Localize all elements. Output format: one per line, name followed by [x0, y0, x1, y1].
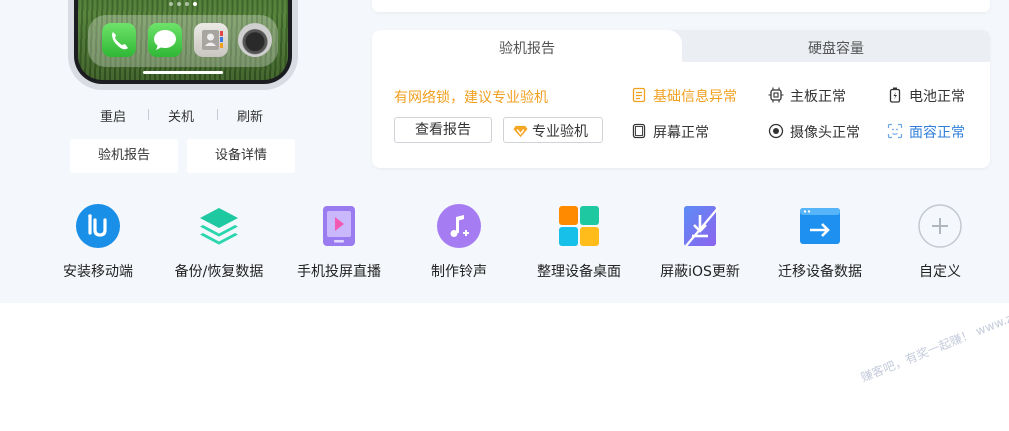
messages-app-icon: [148, 23, 182, 57]
contacts-app-icon: [194, 23, 228, 57]
tool-organize-desktop[interactable]: 整理设备桌面: [519, 200, 639, 285]
phone-preview: [68, 0, 298, 90]
tool-label: 备份/恢复数据: [174, 264, 264, 280]
screen-icon: [632, 123, 646, 139]
status-label: 基础信息异常: [653, 89, 737, 105]
status-label: 电池正常: [909, 89, 965, 105]
status-face-id[interactable]: 面容正常: [887, 122, 987, 141]
tool-block-ios-update[interactable]: 屏蔽iOS更新: [640, 200, 760, 285]
refresh-button[interactable]: 刷新: [237, 106, 263, 125]
music-note-icon: [437, 204, 481, 248]
grid-apps-icon: [559, 206, 599, 246]
view-report-button[interactable]: 查看报告: [394, 117, 492, 143]
chip-icon: [768, 87, 784, 103]
tool-label: 自定义: [919, 264, 961, 280]
status-basic-info[interactable]: 基础信息异常: [631, 86, 751, 105]
face-id-icon: [887, 123, 903, 139]
divider: [148, 109, 149, 120]
tool-label: 安装移动端: [63, 264, 133, 280]
pro-check-label: 专业验机: [532, 124, 588, 140]
battery-icon: [889, 87, 901, 103]
phone-bezel: [74, 0, 292, 84]
transfer-icon: [800, 208, 840, 244]
tool-label: 手机投屏直播: [297, 264, 381, 280]
divider: [217, 109, 218, 120]
install-mobile-icon: [76, 204, 120, 248]
tool-label: 制作铃声: [431, 264, 487, 280]
status-battery[interactable]: 电池正常: [887, 86, 977, 105]
device-info-card: [372, 0, 990, 12]
status-mainboard[interactable]: 主板正常: [768, 86, 858, 105]
shutdown-button[interactable]: 关机: [168, 106, 194, 125]
status-label: 摄像头正常: [790, 125, 860, 141]
tool-install-mobile[interactable]: 安装移动端: [38, 200, 158, 285]
tool-customize[interactable]: 自定义: [880, 200, 1000, 285]
camera-app-icon: [238, 23, 272, 57]
tool-make-ringtone[interactable]: 制作铃声: [399, 200, 519, 285]
tool-screen-cast[interactable]: 手机投屏直播: [279, 200, 399, 285]
restart-button[interactable]: 重启: [100, 106, 126, 125]
status-label: 屏幕正常: [653, 125, 709, 141]
inspection-report-button[interactable]: 验机报告: [70, 139, 178, 173]
phone-app-icon: [102, 23, 136, 57]
status-label: 面容正常: [909, 125, 965, 141]
network-lock-warning: 有网络锁，建议专业验机: [394, 90, 548, 106]
layers-icon: [200, 208, 238, 245]
status-camera[interactable]: 摄像头正常: [768, 122, 878, 141]
status-label: 主板正常: [790, 89, 846, 105]
tab-disk-capacity[interactable]: 硬盘容量: [682, 30, 990, 62]
tool-transfer-data[interactable]: 迁移设备数据: [760, 200, 880, 285]
home-indicator: [143, 71, 223, 74]
document-icon: [632, 87, 646, 103]
phone-screen: [78, 0, 288, 80]
diamond-icon: [513, 125, 528, 138]
tool-label: 屏蔽iOS更新: [660, 264, 740, 280]
phone-actions: 重启 关机 刷新: [70, 106, 296, 126]
phone-dock: [88, 15, 278, 67]
block-update-icon: [684, 206, 719, 247]
status-screen[interactable]: 屏幕正常: [631, 122, 731, 141]
tool-label: 整理设备桌面: [537, 264, 621, 280]
tab-inspection-report[interactable]: 验机报告: [372, 30, 682, 62]
tool-backup-restore[interactable]: 备份/恢复数据: [159, 200, 279, 285]
screen-cast-icon: [323, 206, 355, 246]
device-details-button[interactable]: 设备详情: [187, 139, 295, 173]
tool-label: 迁移设备数据: [778, 264, 862, 280]
plus-icon: [918, 204, 962, 248]
report-card: 验机报告 硬盘容量 有网络锁，建议专业验机 查看报告 专业验机 基础信息异常 主…: [372, 30, 990, 168]
pro-check-button[interactable]: 专业验机: [503, 117, 603, 143]
camera-icon: [768, 123, 784, 139]
page-indicator: [78, 2, 288, 6]
